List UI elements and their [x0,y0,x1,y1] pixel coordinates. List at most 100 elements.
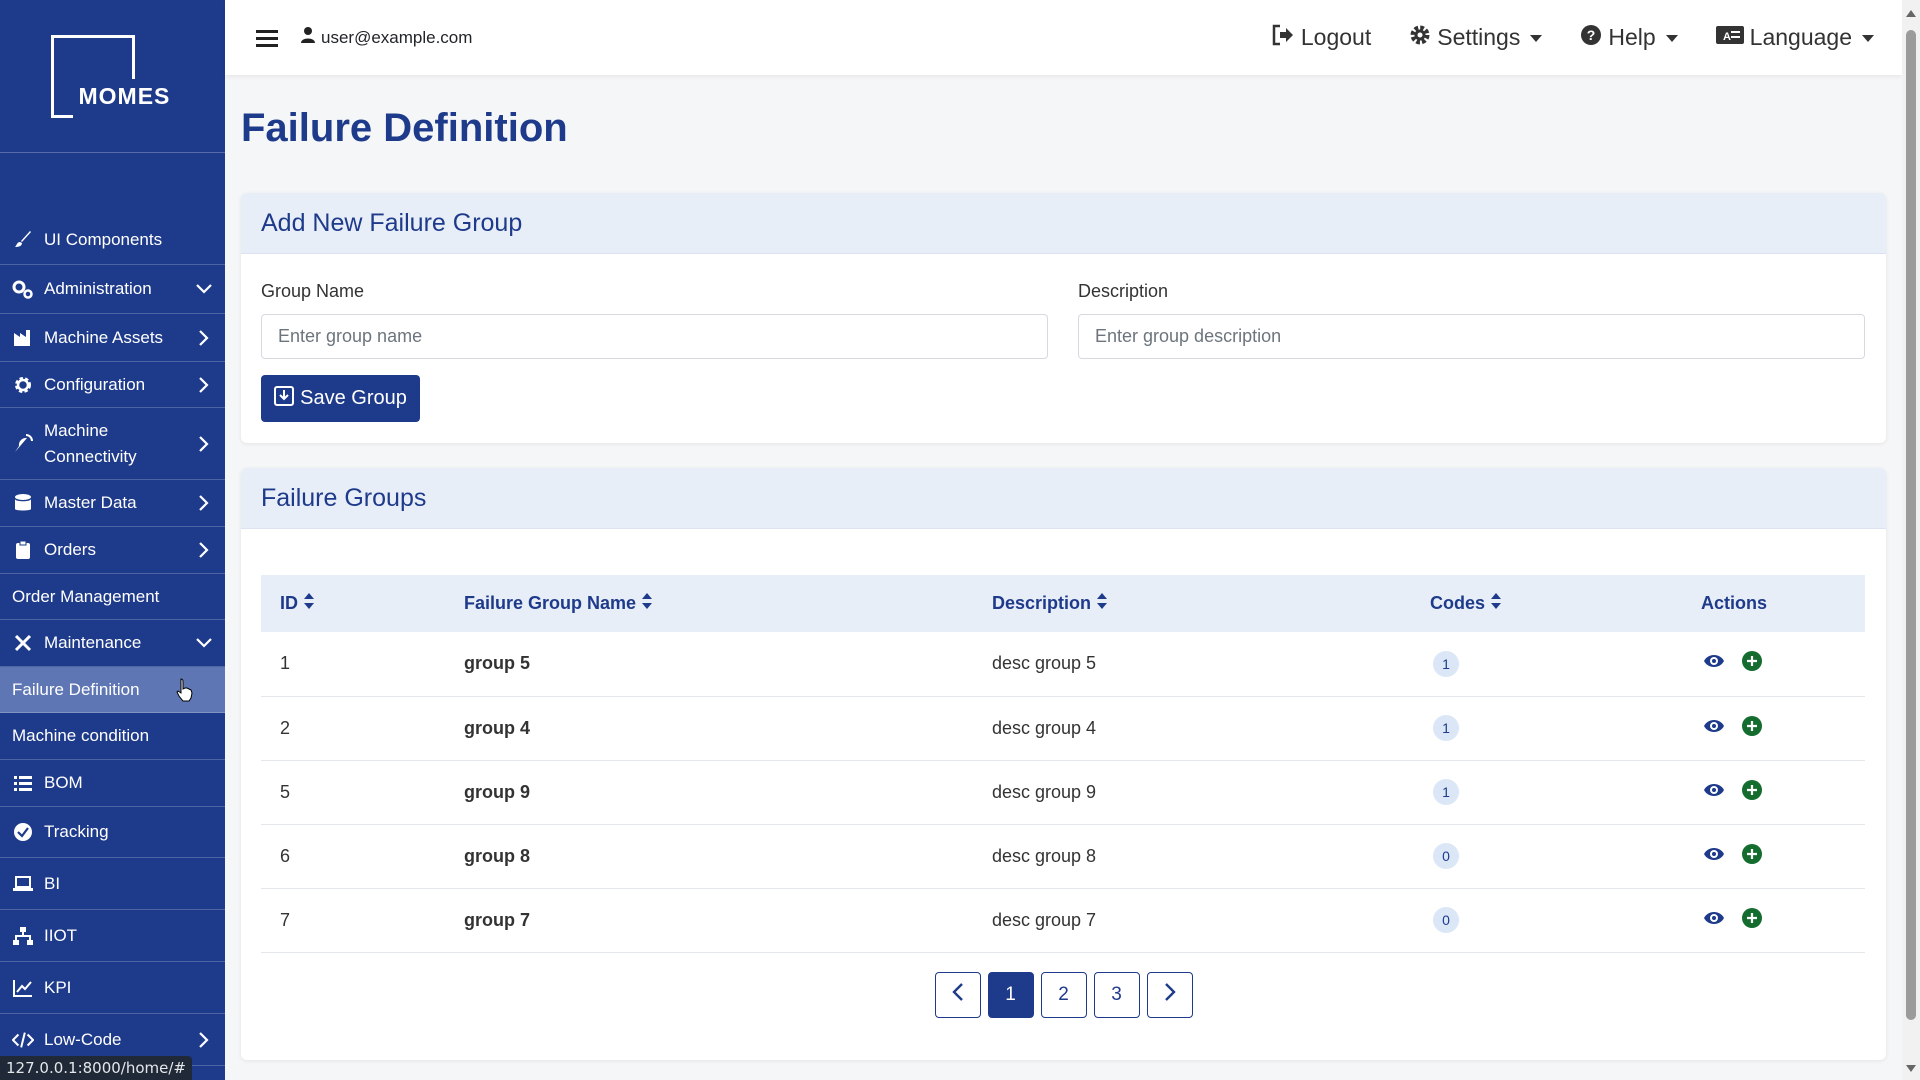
chart-line-icon [12,977,34,999]
settings-dropdown[interactable]: Settings [1409,24,1543,52]
sidebar-item-machine-connectivity[interactable]: Machine Connectivity [0,408,225,480]
logo: MOMES [50,34,183,121]
scroll-down-arrow-icon[interactable] [1906,1065,1916,1072]
pagination-page-3[interactable]: 3 [1093,972,1140,1018]
sidebar-item-label: Machine Assets [44,327,164,347]
user-info: user@example.com [301,27,472,48]
sidebar-item-administration[interactable]: Administration [0,265,225,314]
question-circle-icon: ? [1580,24,1608,52]
column-header-name[interactable]: Failure Group Name [445,575,973,632]
table-header-row: ID Failure Group Name Description Codes … [261,575,1865,632]
sidebar-item-tracking[interactable]: Tracking [0,807,225,858]
pagination-page-2[interactable]: 2 [1040,972,1087,1018]
sidebar-item-label: Machine Connectivity [44,420,137,466]
eye-icon[interactable] [1703,910,1725,931]
sidebar-item-orders[interactable]: Orders [0,527,225,574]
eye-icon[interactable] [1703,846,1725,867]
topbar-actions: Logout Settings ? Help A Language [1233,24,1874,52]
scrollbar-thumb[interactable] [1906,30,1916,1020]
pagination-next-button[interactable] [1146,972,1193,1018]
pagination-page-1[interactable]: 1 [987,972,1034,1018]
sidebar-item-machine-condition[interactable]: Machine condition [0,713,225,760]
row-actions [1682,632,1865,696]
card-header: Failure Groups [241,468,1886,529]
sidebar-item-maintenance[interactable]: Maintenance [0,620,225,667]
sidebar-item-order-management[interactable]: Order Management [0,574,225,620]
pagination-previous-button[interactable] [934,972,981,1018]
main-content: Failure Definition Add New Failure Group… [225,75,1902,1080]
sidebar-item-bi[interactable]: BI [0,858,225,910]
sidebar-item-master-data[interactable]: Master Data [0,480,225,527]
description-field: Description Enter group description [1078,281,1865,359]
logout-link[interactable]: Logout [1271,24,1371,52]
settings-label: Settings [1437,24,1521,50]
clipboard-icon [12,539,34,561]
sort-icon [1097,593,1108,614]
check-circle-icon [12,821,34,843]
sidebar-item-label: BI [44,873,61,893]
save-group-button[interactable]: Save Group [261,375,420,422]
industry-icon [12,327,34,349]
sidebar-item-ui-components[interactable]: UI Components [0,216,225,265]
row-actions [1682,696,1865,760]
sort-icon [1491,593,1502,614]
eye-icon[interactable] [1703,718,1725,739]
codes-badge: 1 [1433,715,1459,741]
sidebar-item-label: Machine condition [12,726,150,745]
sidebar-item-iiot[interactable]: IIOT [0,910,225,962]
table-row: 2 group 4 desc group 4 1 [261,696,1865,760]
plus-circle-icon[interactable] [1741,907,1763,934]
row-codes: 1 [1411,632,1682,696]
caret-down-icon [1862,35,1874,42]
codes-badge: 1 [1433,779,1459,805]
row-name: group 4 [464,717,530,738]
row-name: group 7 [464,909,530,930]
group-name-input[interactable]: Enter group name [261,314,1048,359]
table-row: 6 group 8 desc group 8 0 [261,824,1865,888]
row-actions [1682,888,1865,952]
plus-circle-icon[interactable] [1741,843,1763,870]
codes-badge: 0 [1433,907,1459,933]
sort-icon [642,593,653,614]
brand[interactable]: MOMES [0,0,225,153]
gear-icon [1409,24,1437,52]
mouse-cursor-icon [176,678,194,707]
table-row: 1 group 5 desc group 5 1 [261,632,1865,696]
row-name: group 9 [464,781,530,802]
vertical-scrollbar[interactable] [1902,0,1920,1080]
sign-out-icon [1271,24,1301,52]
sidebar-item-configuration[interactable]: Configuration [0,362,225,408]
failure-groups-table: ID Failure Group Name Description Codes … [261,575,1865,953]
sidebar-item-label: Order Management [12,586,160,606]
plus-circle-icon[interactable] [1741,779,1763,806]
logout-label: Logout [1300,24,1372,50]
eye-icon[interactable] [1703,782,1725,803]
row-description: desc group 5 [992,653,1097,674]
sidebar-item-label: Administration [44,279,152,298]
column-header-codes[interactable]: Codes [1411,575,1682,632]
help-dropdown[interactable]: ? Help [1580,24,1678,52]
plus-circle-icon[interactable] [1741,650,1763,677]
database-icon [12,492,34,514]
column-header-description[interactable]: Description [973,575,1411,632]
chevron-right-icon [195,435,213,453]
language-dropdown[interactable]: A Language [1715,24,1874,51]
save-group-label: Save Group [300,387,407,409]
column-header-id[interactable]: ID [261,575,445,632]
page-title: Failure Definition [241,106,568,150]
hamburger-menu-icon[interactable] [255,26,279,50]
sidebar-item-kpi[interactable]: KPI [0,962,225,1014]
sidebar: MOMES UI Components Administration Machi… [0,0,225,1080]
eye-icon[interactable] [1703,653,1725,674]
row-id: 6 [280,845,291,866]
plus-circle-icon[interactable] [1741,715,1763,742]
network-icon [12,925,34,947]
sidebar-item-label: Orders [44,540,96,559]
scroll-up-arrow-icon[interactable] [1906,10,1916,17]
failure-groups-card: Failure Groups ID Failure Group Name Des… [241,468,1886,1060]
sidebar-item-bom[interactable]: BOM [0,760,225,807]
description-input[interactable]: Enter group description [1078,314,1865,359]
sidebar-item-machine-assets[interactable]: Machine Assets [0,314,225,362]
user-email: user@example.com [321,27,473,47]
chevron-down-icon [195,634,213,652]
